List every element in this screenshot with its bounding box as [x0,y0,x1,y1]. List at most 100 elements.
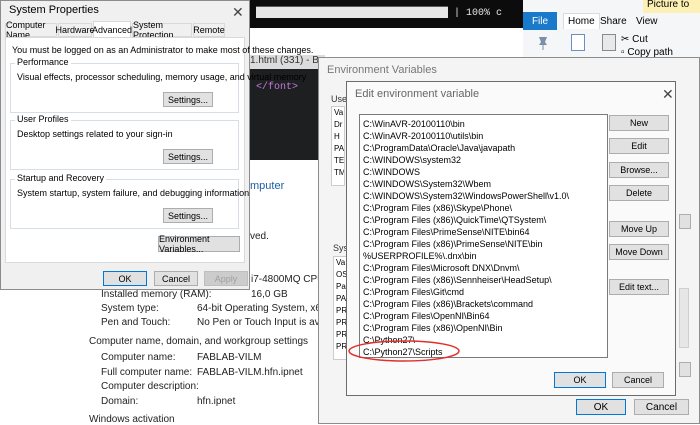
user-variables-list[interactable]: Va Dr H PA TE TM [331,106,345,186]
scissors-icon: ✂ [621,34,630,45]
list-item[interactable]: %USERPROFILE%\.dnx\bin [360,250,607,262]
list-item[interactable]: C:\WINDOWS\System32\WindowsPowerShell\v1… [360,190,607,202]
user-profiles-settings-button[interactable]: Settings... [163,149,213,164]
edit-ok-button[interactable]: OK [554,372,606,388]
system-properties-window: System Properties ✕ Computer Name Hardwa… [0,0,313,290]
user-profiles-group: User Profiles Desktop settings related t… [10,114,239,170]
list-item: TM [334,168,345,177]
editor-window: </font> [250,55,320,160]
tab-remote[interactable]: Remote [193,23,225,37]
editor-code: </font> [256,82,299,93]
list-item[interactable]: C:\WINDOWS [360,166,607,178]
admin-note: You must be logged on as an Administrato… [12,45,314,55]
list-item[interactable]: C:\Program Files\OpenNI\Bin64 [360,310,607,322]
tab-computer-name[interactable]: Computer Name [5,20,57,40]
environment-variables-title: Environment Variables [327,64,437,76]
user-profiles-title: User Profiles [15,114,71,124]
system-heading: mputer [250,180,285,192]
list-item[interactable]: C:\WINDOWS\system32 [360,154,607,166]
apply-button[interactable]: Apply [204,271,248,286]
system-variables-scrollbar[interactable] [679,288,689,348]
user-profiles-desc: Desktop settings related to your sign-in [17,129,173,139]
list-item: Dr [334,120,343,129]
list-item[interactable]: C:\Program Files (x86)\OpenNI\Bin [360,322,607,334]
activation-heading: Windows activation [89,414,175,425]
tab-share[interactable]: Share [600,16,627,27]
system-properties-title: System Properties [9,4,99,16]
startup-recovery-title: Startup and Recovery [15,173,107,183]
performance-desc: Visual effects, processor scheduling, me… [17,72,307,82]
startup-recovery-desc: System startup, system failure, and debu… [17,188,250,198]
tab-view[interactable]: View [636,16,658,27]
system-type-label: System type: [101,303,159,314]
pen-touch-label: Pen and Touch: [101,317,171,328]
cut-button[interactable]: ✂ Cut [621,34,648,45]
list-item[interactable]: C:\WinAVR-20100110\bin [360,118,607,130]
env-ok-button[interactable]: OK [576,399,626,415]
list-item[interactable]: C:\Program Files (x86)\Brackets\command [360,298,607,310]
system-delete-button-fragment[interactable] [679,362,691,377]
highlight-ellipse [348,340,460,362]
list-item[interactable]: C:\ProgramData\Oracle\Java\javapath [360,142,607,154]
editor-tab-title: 1.html (331) - Brack [250,55,325,66]
list-item[interactable]: C:\Program Files (x86)\Skype\Phone\ [360,202,607,214]
performance-settings-button[interactable]: Settings... [163,92,213,107]
list-item: H [334,132,340,141]
pin-icon[interactable] [537,36,549,50]
move-up-button[interactable]: Move Up [609,221,669,237]
explorer-title: Picture to [643,0,700,13]
paste-icon[interactable] [602,34,616,51]
full-name-label: Full computer name: [101,367,193,378]
user-delete-button-fragment[interactable] [679,214,691,229]
list-item: OS [336,270,347,279]
close-icon[interactable]: ✕ [662,87,674,101]
list-item[interactable]: C:\Program Files (x86)\PrimeSense\NITE\b… [360,238,607,250]
list-item: PA [336,294,347,303]
cancel-button[interactable]: Cancel [154,271,198,286]
performance-group: Performance Visual effects, processor sc… [10,57,306,113]
full-name-value: FABLAB-VILM.hfn.ipnet [197,367,303,378]
edit-text-button[interactable]: Edit text... [609,279,669,295]
new-button[interactable]: New [609,115,669,131]
tab-system-protection[interactable]: System Protection [132,20,192,40]
list-item[interactable]: C:\Program Files\Microsoft DNX\Dnvm\ [360,262,607,274]
list-item: Va [336,258,346,267]
installed-memory-label: Installed memory (RAM): [101,289,212,300]
list-item: PR [336,318,347,327]
cut-label: Cut [632,34,648,45]
tab-file[interactable]: File [523,12,557,30]
explorer-ribbon: Picture to File Home Share View ✂ Cut ▫ … [523,0,700,60]
startup-recovery-group: Startup and Recovery System startup, sys… [10,173,249,229]
list-item: Pa [336,282,346,291]
close-icon[interactable]: ✕ [232,5,244,19]
edit-button[interactable]: Edit [609,138,669,154]
env-cancel-button[interactable]: Cancel [634,399,689,415]
tab-hardware[interactable]: Hardware [56,23,95,37]
list-item[interactable]: C:\WinAVR-20100110\utils\bin [360,130,607,142]
list-item[interactable]: C:\Program Files\Git\cmd [360,286,607,298]
computer-name-value: FABLAB-VILM [197,352,262,363]
list-item[interactable]: C:\WINDOWS\System32\Wbem [360,178,607,190]
environment-variables-button[interactable]: Environment Variables... [158,234,240,254]
browse-button[interactable]: Browse... [609,162,669,178]
list-item[interactable]: C:\Program Files (x86)\Sennheiser\HeadSe… [360,274,607,286]
reserved-text: ved. [250,231,269,242]
performance-title: Performance [15,57,71,67]
tab-advanced[interactable]: Advanced [92,21,132,38]
list-item[interactable]: C:\Program Files\PrimeSense\NITE\bin64 [360,226,607,238]
edit-env-title: Edit environment variable [355,88,480,100]
startup-recovery-settings-button[interactable]: Settings... [163,208,213,223]
path-list[interactable]: C:\WinAVR-20100110\bin C:\WinAVR-20100110… [359,114,608,358]
copy-icon[interactable] [571,34,585,51]
advanced-panel: You must be logged on as an Administrato… [5,37,313,263]
editor-tab[interactable]: 1.html (331) - Brack [250,55,325,69]
delete-button[interactable]: Delete [609,185,669,201]
list-item[interactable]: C:\Program Files (x86)\QuickTime\QTSyste… [360,214,607,226]
ok-button[interactable]: OK [103,271,147,286]
tab-home[interactable]: Home [563,13,600,29]
computer-name-label: Computer name: [101,352,176,363]
domain-label: Domain: [101,396,139,407]
installed-memory-value: 16,0 GB [251,289,288,300]
move-down-button[interactable]: Move Down [609,244,669,260]
edit-cancel-button[interactable]: Cancel [612,372,664,388]
